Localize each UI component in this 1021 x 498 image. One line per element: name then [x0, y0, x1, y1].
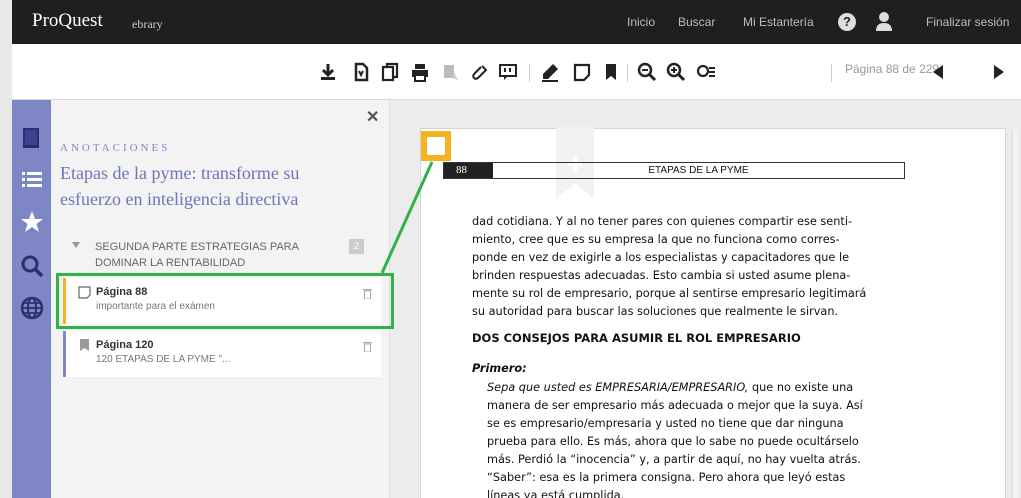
note-marker-icon[interactable]	[421, 131, 451, 161]
close-panel-icon[interactable]: ✕	[366, 107, 379, 127]
text-line: brinden respuestas adecuadas. Esto cambi…	[472, 269, 851, 282]
book-title: Etapas de la pyme: transforme su esfuerz…	[60, 160, 360, 212]
annotation-count-badge: 2	[349, 239, 364, 254]
search-icon[interactable]	[20, 254, 44, 278]
scrollbar[interactable]	[1012, 130, 1018, 498]
bookmark-text: 120 ETAPAS DE LA PYME "...	[96, 354, 231, 365]
text-line: “Saber”: esa es la primera consigna. Per…	[487, 471, 846, 484]
text-fragment: que no existe una	[748, 381, 854, 394]
globe-icon[interactable]	[20, 296, 44, 320]
text-line: se es empresario/empresaria y usted no t…	[487, 417, 844, 430]
collapse-arrow-icon[interactable]	[72, 242, 80, 248]
pen-highlight-icon[interactable]	[540, 62, 560, 82]
page-number: 88	[444, 163, 493, 178]
book-icon[interactable]	[20, 126, 44, 150]
left-edge-strip	[0, 44, 12, 100]
page-view-settings-icon[interactable]	[696, 62, 716, 82]
star-annotations-icon[interactable]	[20, 210, 44, 234]
side-rail	[0, 100, 51, 498]
toolbar-separator	[831, 64, 832, 82]
zoom-in-icon[interactable]	[666, 62, 686, 82]
previous-page-icon[interactable]	[933, 65, 943, 79]
text-line: Sepa que usted es EMPRESARIA/EMPRESARIO,…	[487, 379, 905, 397]
note-icon	[78, 286, 91, 299]
text-line: ponde en vez de exigirle a los especiali…	[472, 251, 850, 264]
bookmark-icon[interactable]	[601, 62, 621, 82]
running-head-title: ETAPAS DE LA PYME	[648, 165, 749, 176]
left-edge-strip	[0, 100, 12, 498]
nav-finalizar-sesion[interactable]: Finalizar sesión	[926, 0, 1009, 44]
subheading-primero: Primero:	[472, 362, 527, 375]
body-paragraph-2: Sepa que usted es EMPRESARIA/EMPRESARIO,…	[487, 379, 905, 498]
brand-subtitle: ebrary	[132, 17, 163, 31]
table-of-contents-icon[interactable]	[20, 168, 44, 192]
top-bar: ProQuest ebrary Inicio Buscar Mi Estante…	[0, 0, 1021, 44]
download-chapter-icon[interactable]	[351, 62, 371, 82]
section-heading: DOS CONSEJOS PARA ASUMIR EL ROL EMPRESAR…	[472, 331, 801, 345]
print-icon[interactable]	[410, 62, 430, 82]
nav-buscar[interactable]: Buscar	[678, 0, 715, 44]
brand-logo[interactable]: ProQuest	[32, 10, 103, 32]
nav-inicio[interactable]: Inicio	[627, 0, 655, 44]
nav-mi-estanteria[interactable]: Mi Estantería	[743, 0, 814, 44]
book-title-line-1: Etapas de la pyme: transforme su	[60, 163, 300, 183]
body-paragraph-1: dad cotidiana. Y al no tener pares con q…	[472, 213, 905, 321]
add-note-icon[interactable]	[572, 62, 592, 82]
trash-icon[interactable]	[363, 341, 372, 352]
download-icon[interactable]	[318, 62, 338, 82]
note-text: importante para el exámen	[96, 301, 215, 312]
bookmark-icon	[80, 339, 89, 351]
toolbar-separator	[627, 64, 628, 82]
copy-icon[interactable]	[380, 62, 400, 82]
text-line: más. Perdió la “inocencia” y, a partir d…	[487, 453, 861, 466]
highlight-disabled-icon	[444, 65, 458, 80]
text-line: dad cotidiana. Y al no tener pares con q…	[472, 215, 853, 228]
annotation-note-item[interactable]: Página 88 importante para el exámen	[63, 278, 381, 324]
panel-label: ANOTACIONES	[60, 142, 171, 154]
section-title: SEGUNDA PARTE ESTRATEGIAS PARA DOMINAR L…	[95, 239, 315, 271]
left-edge-strip	[0, 0, 12, 44]
note-page-label: Página 88	[96, 286, 148, 298]
book-title-line-2: esfuerzo en inteligencia directiva	[60, 189, 299, 209]
section-title-line-2: DOMINAR LA RENTABILIDAD	[95, 257, 246, 269]
toolbar: Página 88 de 229	[0, 44, 1021, 100]
trash-icon[interactable]	[363, 288, 372, 299]
text-line: su autoridad para buscar las soluciones …	[472, 305, 839, 318]
text-line: líneas ya está cumplida.	[487, 489, 625, 498]
link-icon[interactable]	[470, 62, 490, 82]
annotations-panel: ✕ ANOTACIONES Etapas de la pyme: transfo…	[51, 100, 390, 498]
text-line: prueba para ello. Es más, ahora que lo s…	[487, 435, 859, 448]
toolbar-separator	[529, 64, 530, 82]
italic-text: Sepa que usted es EMPRESARIA/EMPRESARIO,	[487, 381, 749, 394]
page-indicator[interactable]: Página 88 de 229	[845, 62, 939, 76]
user-icon[interactable]	[876, 11, 892, 31]
cite-icon[interactable]	[498, 62, 518, 82]
next-page-icon[interactable]	[994, 65, 1004, 79]
section-title-line-1: SEGUNDA PARTE ESTRATEGIAS PARA	[95, 241, 299, 253]
text-line: mente su rol de empresario, porque al se…	[472, 287, 867, 300]
text-line: manera de ser empresario más adecuada o …	[487, 399, 863, 412]
text-line: miento, cree que es su empresa la que no…	[472, 233, 840, 246]
zoom-out-icon[interactable]	[637, 62, 657, 82]
page-running-header: 88 ETAPAS DE LA PYME	[443, 162, 905, 179]
annotation-bookmark-item[interactable]: Página 120 120 ETAPAS DE LA PYME "...	[63, 331, 381, 377]
help-icon[interactable]: ?	[838, 13, 856, 31]
bookmark-page-label: Página 120	[96, 339, 154, 351]
